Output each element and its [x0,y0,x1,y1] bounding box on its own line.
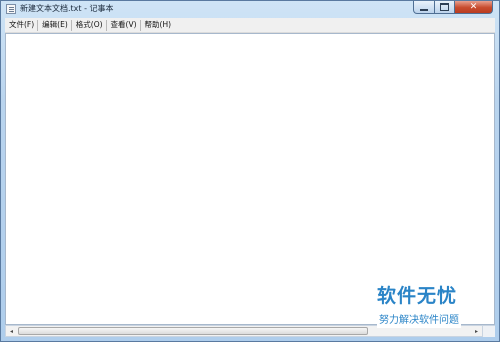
menu-help[interactable]: 帮助(H) [141,18,175,32]
maximize-button[interactable] [435,1,455,14]
menu-bar: 文件(F) 编辑(E) 格式(O) 查看(V) 帮助(H) [5,18,495,33]
title-bar[interactable]: 新建文本文档.txt - 记事本 ✕ [1,1,499,18]
scrollbar-thumb[interactable] [18,327,368,335]
minimize-icon [420,8,428,11]
window-title: 新建文本文档.txt - 记事本 [20,4,114,13]
watermark-title: 软件无忧 [377,285,458,307]
window-controls: ✕ [413,1,493,14]
menu-view[interactable]: 查看(V) [107,18,140,32]
menu-edit[interactable]: 编辑(E) [38,18,71,32]
notepad-window: 新建文本文档.txt - 记事本 ✕ 文件(F) 编辑(E) 格式(O) 查看(… [0,0,500,342]
menu-format[interactable]: 格式(O) [72,18,106,32]
watermark-subtitle: 努力解决软件问题 [377,314,461,328]
close-icon: ✕ [469,1,478,12]
minimize-button[interactable] [413,1,435,14]
menu-file[interactable]: 文件(F) [5,18,37,32]
text-editor[interactable] [5,33,495,325]
scroll-left-icon[interactable]: ◂ [6,326,17,336]
maximize-icon [440,3,449,11]
watermark-logo: 软件无忧 努力解决软件问题 [377,284,485,334]
close-button[interactable]: ✕ [455,1,493,14]
notepad-icon[interactable] [6,4,16,14]
